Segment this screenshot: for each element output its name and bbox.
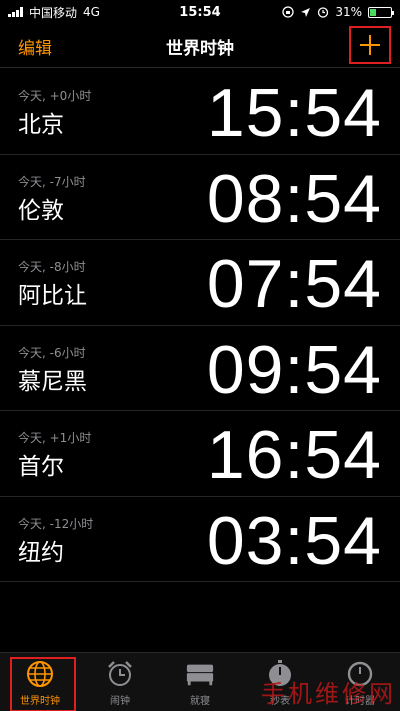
carrier-label: 中国移动	[29, 5, 78, 20]
status-time: 15:54	[179, 4, 221, 20]
status-right: 31%	[242, 5, 394, 19]
bed-icon	[185, 659, 215, 689]
tab-alarm[interactable]: 闹钟	[80, 653, 160, 711]
tab-bedtime[interactable]: 就寝	[160, 653, 240, 711]
clock-offset: 今天, +1小时	[18, 431, 92, 445]
navigation-bar: 编辑 世界时钟	[0, 24, 400, 68]
clock-offset: 今天, +0小时	[18, 89, 92, 103]
clock-city: 伦敦	[18, 197, 64, 224]
clock-time: 15:54	[206, 75, 382, 151]
clock-city: 阿比让	[18, 283, 87, 309]
watermark-text: 手机维修网	[261, 680, 396, 708]
clock-offset: 今天, -7小时	[18, 174, 86, 189]
tab-label: 就寝	[190, 696, 210, 707]
plus-icon	[360, 35, 380, 55]
alarm-clock-icon	[105, 659, 135, 689]
clock-city: 北京	[18, 112, 64, 138]
clock-time: 09:54	[206, 331, 382, 408]
battery-icon	[368, 6, 394, 18]
lock-rotation-icon	[282, 6, 294, 18]
location-icon	[301, 7, 311, 17]
clock-time: 07:54	[206, 246, 382, 322]
clock-city: 首尔	[18, 454, 64, 480]
tab-label: 闹钟	[110, 696, 130, 707]
tab-highlight-frame	[10, 657, 76, 711]
clock-offset: 今天, -12小时	[18, 516, 94, 531]
clock-row[interactable]: 今天, -8小时 阿比让 07:54	[0, 240, 400, 326]
status-left: 中国移动 4G	[8, 4, 158, 21]
clock-row[interactable]: 今天, +1小时 首尔 16:54	[0, 411, 400, 497]
clock-row[interactable]: 今天, -12小时 纽约 03:54	[0, 497, 400, 582]
clock-city: 纽约	[18, 539, 64, 566]
clock-offset: 今天, -8小时	[18, 260, 86, 274]
page-title: 世界时钟	[166, 39, 234, 59]
signal-icon	[8, 7, 23, 17]
clock-time: 16:54	[206, 417, 382, 493]
battery-percent: 31%	[335, 5, 362, 19]
tab-world-clock[interactable]: 世界时钟	[0, 653, 80, 711]
tab-bar: 世界时钟 闹钟 就寝 秒表 计时器 手机维修网	[0, 652, 400, 711]
alarm-icon	[318, 7, 329, 18]
clock-row[interactable]: 今天, -7小时 伦敦 08:54	[0, 155, 400, 240]
clock-row[interactable]: 今天, +0小时 北京 15:54	[0, 69, 400, 155]
world-clock-list: 今天, +0小时 北京 15:54 今天, -7小时 伦敦 08:54 今天, …	[0, 69, 400, 582]
clock-offset: 今天, -6小时	[18, 345, 86, 360]
status-bar: 中国移动 4G 15:54 31%	[0, 0, 400, 24]
battery-fill	[370, 8, 377, 16]
clock-time: 03:54	[206, 502, 382, 579]
clock-city: 慕尼黑	[18, 368, 87, 395]
clock-time: 08:54	[206, 160, 382, 237]
clock-row[interactable]: 今天, -6小时 慕尼黑 09:54	[0, 326, 400, 411]
add-clock-button[interactable]	[349, 26, 391, 64]
network-label: 4G	[83, 5, 100, 19]
